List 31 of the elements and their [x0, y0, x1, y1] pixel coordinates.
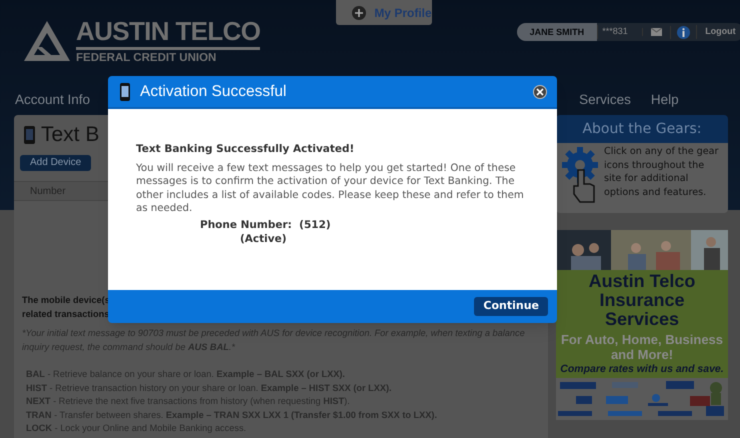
- phone-status: (Active): [240, 232, 288, 246]
- info-icon[interactable]: [677, 26, 690, 38]
- ad-title: Austin Telco Insurance Services: [588, 272, 696, 329]
- add-device-button[interactable]: Add Device: [20, 154, 92, 170]
- modal-message: You will receive a few text messages to help you get started! One of these messages is to confirm the activation of your device for Text Banking. The other includes a list of available codes. Please keep these and refer to them as needed.: [136, 162, 525, 216]
- modal-heading: Text Banking Successfully Activated!: [136, 142, 356, 157]
- panel-title: Text B: [41, 122, 100, 148]
- nav-link[interactable]: Services: [579, 90, 631, 110]
- notice-text: The mobile device(s: [22, 294, 110, 307]
- phone-number: Phone Number: (512): [200, 219, 332, 233]
- phone-icon: [24, 126, 35, 144]
- account-number: ***831: [597, 25, 642, 39]
- logo-title: AUSTIN TELCO: [76, 17, 260, 45]
- plus-icon: [352, 6, 366, 20]
- user-name: JANE SMITH: [516, 23, 598, 41]
- close-icon: [536, 88, 544, 96]
- close-button[interactable]: [533, 84, 547, 98]
- phone-icon: [120, 82, 130, 100]
- logo-triangle-icon: [22, 19, 72, 63]
- nav-link[interactable]: Account Info: [15, 90, 90, 110]
- gears-description: Click on any of the gear icons throughout the site for additional options and features.: [604, 145, 720, 200]
- ad-subtitle: For Auto, Home, Business and More!: [560, 332, 724, 362]
- continue-button[interactable]: Continue: [474, 297, 548, 316]
- sidebar-title: About the Gears:: [556, 115, 728, 143]
- mail-icon[interactable]: [651, 28, 662, 36]
- logo-subtitle: FEDERAL CREDIT UNION: [76, 52, 218, 65]
- nav-link[interactable]: Help: [650, 90, 679, 110]
- modal-title: Activation Successful: [140, 82, 286, 102]
- notice-text: related transactions: [22, 308, 110, 321]
- logout-link[interactable]: Logout: [696, 25, 740, 39]
- ad-tagline: Compare rates with us and save.: [560, 362, 724, 377]
